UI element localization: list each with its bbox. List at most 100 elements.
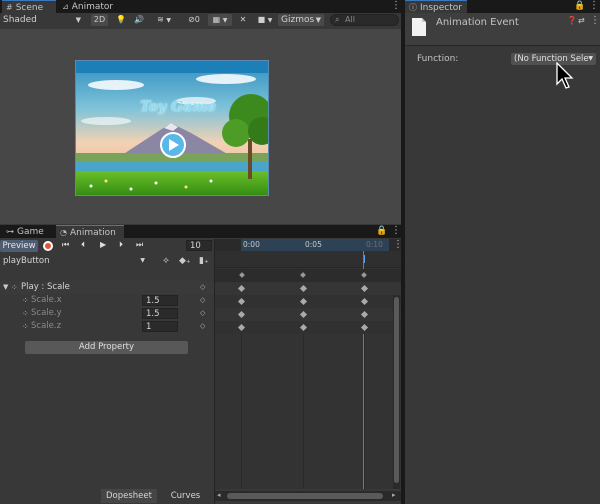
scene-view[interactable]: Toy Game bbox=[0, 29, 401, 224]
timeline-area[interactable]: 0:00 0:05 0:10 ⋮ bbox=[215, 239, 403, 489]
keyframe-diamond-icon[interactable]: ◇ bbox=[200, 294, 205, 307]
clip-dropdown[interactable]: playButton ▼ bbox=[0, 255, 148, 267]
tab-animator[interactable]: ⊿ Animator bbox=[58, 0, 120, 13]
animation-panel-menu-icon[interactable]: ⋮ bbox=[391, 226, 401, 236]
keyframe[interactable] bbox=[299, 310, 308, 319]
keyframe-diamond-icon[interactable]: ◇ bbox=[200, 281, 205, 294]
search-placeholder: All bbox=[345, 15, 355, 24]
add-keyframe-icon[interactable]: ◆₊ bbox=[179, 256, 191, 266]
next-keyframe-icon[interactable]: ⏵ bbox=[119, 240, 123, 250]
preview-button[interactable]: Preview bbox=[0, 240, 38, 252]
property-row-scale-y[interactable]: ⁘ Scale.y 1.5 ◇ bbox=[0, 307, 214, 320]
add-event-icon[interactable]: ▮₊ bbox=[199, 256, 209, 266]
timeline-tick-label: 0:05 bbox=[305, 240, 322, 249]
horizontal-scrollbar[interactable]: ◂ ▸ bbox=[215, 491, 401, 501]
property-name: Scale.x bbox=[31, 295, 62, 305]
scene-search[interactable]: ⌕ All bbox=[330, 14, 399, 26]
grid-dropdown[interactable]: ▦ ▼ bbox=[208, 14, 232, 26]
gizmos-dropdown[interactable]: Gizmos ▼ bbox=[278, 14, 324, 26]
scrollbar-thumb[interactable] bbox=[227, 493, 383, 499]
inspector-menu-icon[interactable]: ⋮ bbox=[589, 1, 599, 11]
animation-panel: ⊶ Game ◔ Animation 🔒 ⋮ Preview ⏮ ⏴ ▶ ⏵ ⏭ 1… bbox=[0, 224, 403, 504]
prev-keyframe-icon[interactable]: ⏴ bbox=[81, 240, 85, 250]
keyframe[interactable] bbox=[299, 297, 308, 306]
keyframe[interactable] bbox=[360, 284, 369, 293]
property-name: Scale.y bbox=[31, 308, 62, 318]
vertical-scrollbar[interactable] bbox=[393, 295, 400, 489]
preset-icon[interactable]: ⇄ bbox=[578, 16, 585, 25]
scroll-right-icon[interactable]: ▸ bbox=[392, 491, 396, 499]
lighting-toggle[interactable]: 💡 bbox=[114, 14, 128, 26]
property-group-row[interactable]: ▼ ⁘ Play : Scale ◇ bbox=[0, 281, 214, 294]
keyframe-diamond-icon[interactable]: ◇ bbox=[200, 307, 205, 320]
property-value-field[interactable]: 1.5 bbox=[142, 308, 178, 319]
grid-icon: ▦ bbox=[212, 15, 221, 24]
tab-inspector[interactable]: ⓘ Inspector bbox=[405, 0, 467, 13]
property-row-scale-x[interactable]: ⁘ Scale.x 1.5 ◇ bbox=[0, 294, 214, 307]
timeline-ruler[interactable]: 0:00 0:05 0:10 ⋮ bbox=[215, 239, 403, 251]
dopesheet-tab[interactable]: Dopesheet bbox=[101, 489, 157, 503]
tab-animation[interactable]: ◔ Animation bbox=[56, 225, 124, 238]
event-strip[interactable] bbox=[215, 251, 401, 268]
tools-toggle[interactable]: ✕ bbox=[236, 14, 250, 26]
hidden-objects-toggle[interactable]: ⊘0 bbox=[183, 14, 205, 26]
keyframe-row-summary bbox=[215, 269, 401, 282]
keyframe[interactable] bbox=[237, 297, 246, 306]
keyframe[interactable] bbox=[299, 323, 308, 332]
keyframe[interactable] bbox=[237, 323, 246, 332]
lock-icon[interactable]: 🔒 bbox=[574, 1, 585, 11]
transform-icon: ⁘ bbox=[22, 322, 29, 331]
keyframe[interactable] bbox=[237, 284, 246, 293]
chevron-down-icon: ▼ bbox=[267, 17, 273, 24]
game-scene-illustration bbox=[76, 61, 268, 195]
property-row-scale-z[interactable]: ⁘ Scale.z 1 ◇ bbox=[0, 320, 214, 333]
transform-icon: ⁘ bbox=[22, 309, 29, 318]
keyframe-row-scale-y bbox=[215, 308, 401, 321]
help-icon[interactable]: ❓ bbox=[567, 16, 577, 25]
first-keyframe-icon[interactable]: ⏮ bbox=[62, 240, 69, 250]
frame-field[interactable]: 10 bbox=[186, 240, 212, 251]
keyframe[interactable] bbox=[300, 272, 306, 278]
keyframe[interactable] bbox=[360, 310, 369, 319]
tab-game[interactable]: ⊶ Game bbox=[2, 225, 54, 238]
tab-scene[interactable]: # Scene bbox=[2, 0, 56, 13]
expand-triangle-icon[interactable]: ▼ bbox=[3, 281, 8, 294]
property-value-field[interactable]: 1 bbox=[142, 321, 178, 332]
keyframe[interactable] bbox=[361, 272, 367, 278]
last-keyframe-icon[interactable]: ⏭ bbox=[136, 240, 143, 250]
inspector-panel: ⓘ Inspector 🔒 ⋮ Animation Event ❓ ⇄ ⋮ Fun… bbox=[405, 0, 600, 504]
scroll-left-icon[interactable]: ◂ bbox=[217, 491, 221, 499]
keyframe[interactable] bbox=[239, 272, 245, 278]
layers-icon: ≋ bbox=[157, 15, 164, 24]
timeline-tick-label: 0:00 bbox=[243, 240, 260, 249]
play-icon[interactable]: ▶ bbox=[100, 240, 106, 249]
timeline-tick-label: 0:10 bbox=[366, 240, 383, 249]
keyframe[interactable] bbox=[360, 297, 369, 306]
lightbulb-icon: 💡 bbox=[116, 15, 126, 24]
keyframe-diamond-icon[interactable]: ◇ bbox=[200, 320, 205, 333]
lock-icon[interactable]: 🔒 bbox=[376, 226, 387, 236]
audio-toggle[interactable]: 🔊 bbox=[132, 14, 146, 26]
search-icon: ⌕ bbox=[335, 15, 340, 24]
function-dropdown[interactable]: (No Function Sele ▼ bbox=[511, 53, 596, 65]
chevron-down-icon: ▼ bbox=[140, 257, 145, 264]
property-list: ▼ ⁘ Play : Scale ◇ ⁘ Scale.x 1.5 ◇ ⁘ Sca… bbox=[0, 268, 214, 488]
keyframe[interactable] bbox=[299, 284, 308, 293]
add-property-button[interactable]: Add Property bbox=[25, 341, 188, 354]
scene-panel-menu-icon[interactable]: ⋮ bbox=[391, 1, 401, 11]
toggle-2d-button[interactable]: 2D bbox=[91, 14, 108, 26]
property-name: Scale.z bbox=[31, 321, 62, 331]
game-preview[interactable]: Toy Game bbox=[75, 60, 269, 196]
scrollbar-thumb[interactable] bbox=[394, 297, 399, 483]
context-menu-icon[interactable]: ⋮ bbox=[590, 16, 600, 26]
record-icon[interactable] bbox=[43, 241, 53, 251]
keyframe[interactable] bbox=[237, 310, 246, 319]
snap-icon[interactable]: ⟡ bbox=[163, 256, 169, 266]
property-value-field[interactable]: 1.5 bbox=[142, 295, 178, 306]
effects-dropdown[interactable]: ≋ ▼ bbox=[150, 14, 178, 26]
keyframe[interactable] bbox=[360, 323, 369, 332]
camera-dropdown[interactable]: ■ ▼ bbox=[254, 14, 276, 26]
curves-tab[interactable]: Curves bbox=[158, 489, 213, 503]
inspector-title: Animation Event bbox=[436, 17, 519, 28]
shading-mode-dropdown[interactable]: Shaded ▼ bbox=[0, 14, 84, 26]
